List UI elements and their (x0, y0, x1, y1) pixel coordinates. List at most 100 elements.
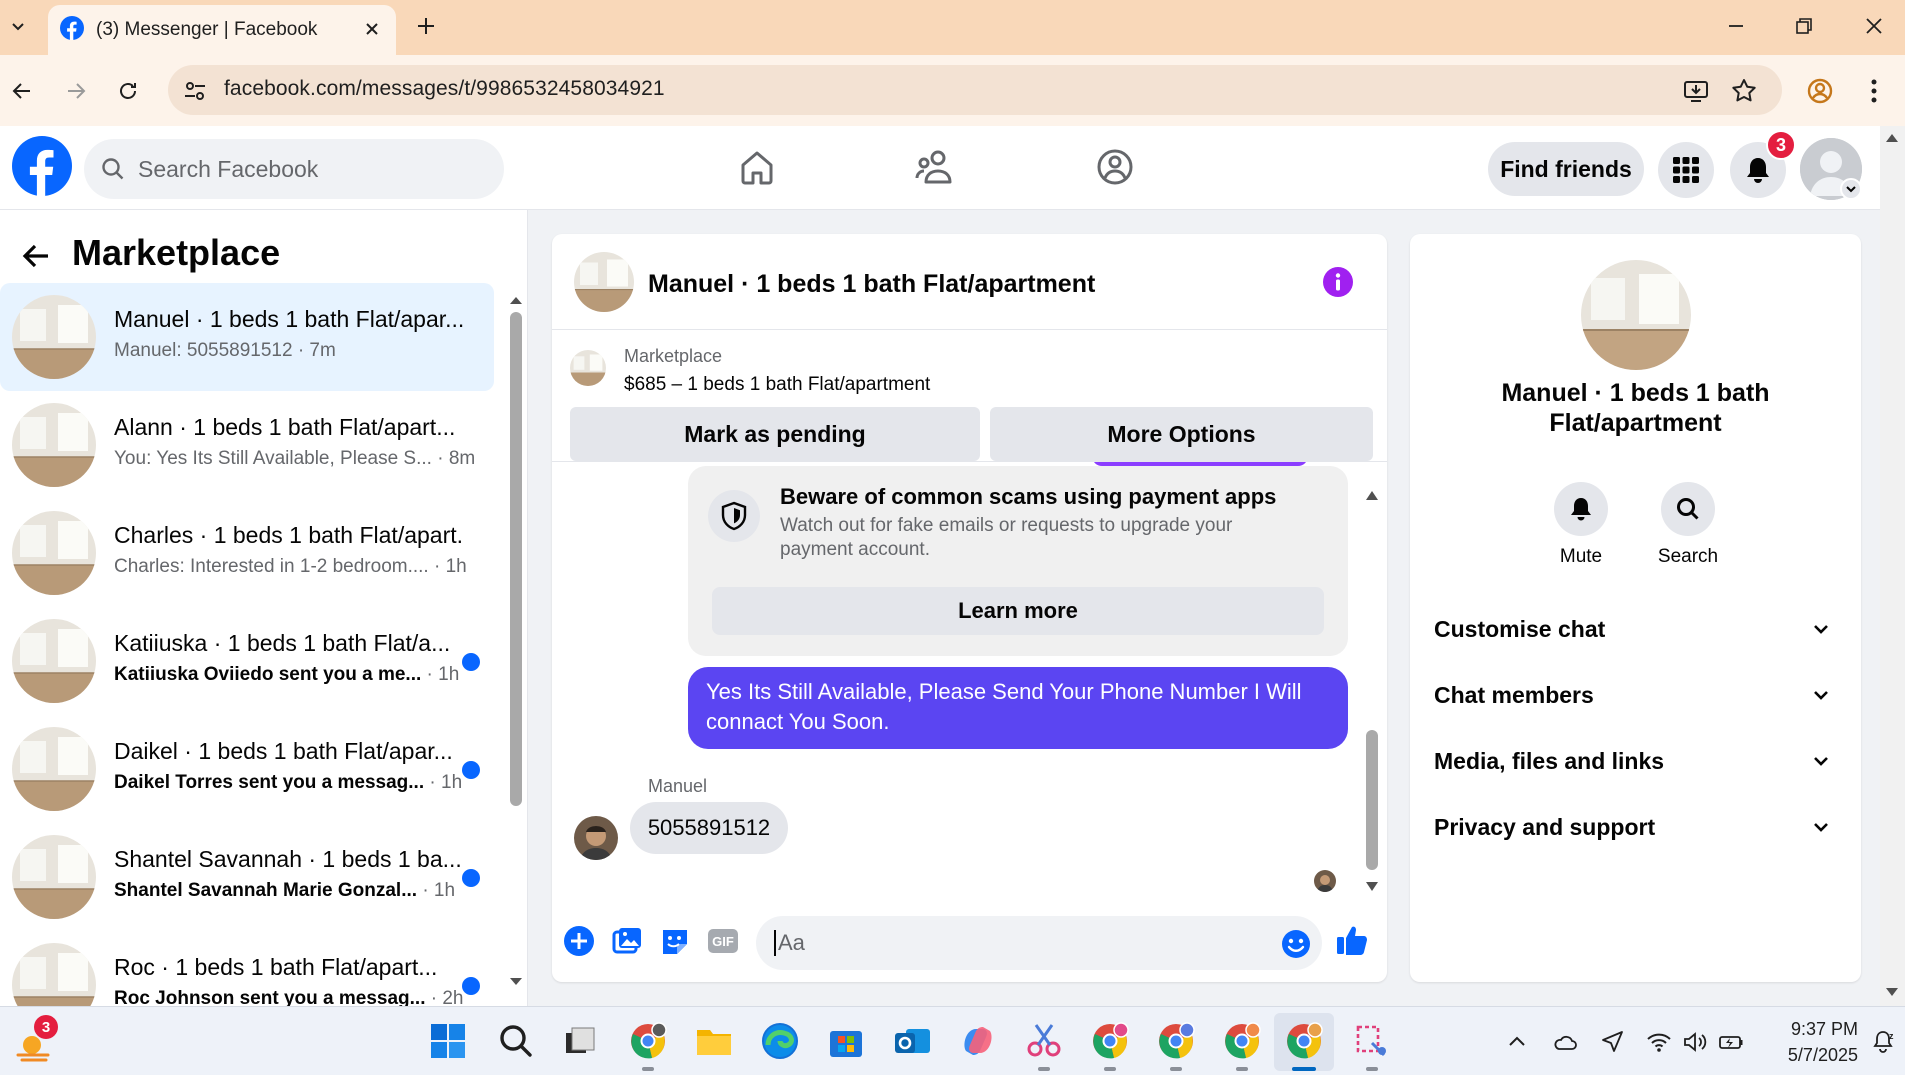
new-tab-icon[interactable] (412, 12, 440, 40)
url-text[interactable]: facebook.com/messages/t/9986532458034921 (224, 77, 665, 101)
facebook-search-input[interactable]: Search Facebook (84, 139, 504, 199)
info-listing-avatar[interactable] (1581, 260, 1691, 370)
onedrive-cloud-icon[interactable] (1552, 1029, 1578, 1055)
conversation-avatar (12, 835, 96, 919)
chrome-profile-1-icon[interactable] (628, 1021, 668, 1061)
listing-thumbnail[interactable] (570, 350, 606, 386)
facebook-logo-icon[interactable] (12, 136, 72, 196)
privacy-support-section[interactable]: Privacy and support (1434, 802, 1844, 852)
notification-center-icon[interactable]: z (1870, 1029, 1896, 1055)
battery-icon[interactable] (1718, 1029, 1744, 1055)
conversation-item[interactable]: Manuel · 1 beds 1 bath Flat/apar... Manue… (0, 283, 494, 391)
home-icon[interactable] (736, 146, 778, 188)
back-icon[interactable] (6, 75, 38, 107)
conversation-preview-text: Roc Johnson sent you a messag... (114, 988, 426, 1006)
conversation-name: Katiiuska · 1 beds 1 bath Flat/a... (114, 630, 451, 656)
sender-name: Manuel (648, 776, 708, 796)
learn-more-button[interactable]: Learn more (712, 587, 1324, 635)
conversation-scrollbar-thumb[interactable] (510, 312, 522, 806)
chat-scroll-up-icon[interactable] (1364, 488, 1380, 502)
groups-icon[interactable] (1094, 146, 1136, 188)
chrome-profile-2-icon[interactable] (1090, 1021, 1130, 1061)
chat-scroll-down-icon[interactable] (1364, 880, 1380, 894)
file-explorer-icon[interactable] (694, 1021, 734, 1061)
more-options-button[interactable]: More Options (990, 407, 1373, 461)
info-icon[interactable] (1322, 266, 1354, 298)
page-scrollbar[interactable] (1880, 126, 1905, 1006)
profile-icon[interactable] (1804, 75, 1836, 107)
chat-info-panel: Manuel · 1 beds 1 bath Flat/apartment Mu… (1410, 234, 1861, 982)
snipping-tool-icon[interactable] (1024, 1021, 1064, 1061)
volume-icon[interactable] (1682, 1029, 1708, 1055)
friends-icon[interactable] (914, 146, 956, 188)
copilot-icon[interactable] (958, 1021, 998, 1061)
conversation-item[interactable]: Katiiuska · 1 beds 1 bath Flat/a... Katii… (0, 607, 494, 715)
conversation-item[interactable]: Charles · 1 beds 1 bath Flat/apart... Cha… (0, 499, 494, 607)
shield-icon (708, 490, 760, 542)
edge-icon[interactable] (760, 1021, 800, 1061)
find-friends-button[interactable]: Find friends (1488, 142, 1644, 196)
tab-close-icon[interactable] (360, 17, 384, 41)
more-actions-plus-icon[interactable] (562, 924, 596, 958)
menu-grid-icon[interactable] (1658, 142, 1714, 198)
message-composer: GIF Aa (552, 902, 1387, 982)
conversation-preview-text: Charles: Interested in 1-2 bedroom.... (114, 556, 429, 577)
emoji-icon[interactable] (1280, 928, 1312, 960)
chrome-profile-4-icon[interactable] (1222, 1021, 1262, 1061)
microsoft-store-icon[interactable] (826, 1021, 866, 1061)
mute-button[interactable]: Mute (1536, 482, 1626, 568)
show-hidden-icons-chevron-icon[interactable] (1504, 1029, 1530, 1055)
snip-sketch-icon[interactable] (1352, 1021, 1392, 1061)
customise-chat-section[interactable]: Customise chat (1434, 604, 1844, 654)
conversation-avatar (12, 727, 96, 811)
chat-scrollbar-thumb[interactable] (1366, 730, 1378, 870)
conversation-time: · 1h (426, 664, 460, 685)
tab-search-dropdown-icon[interactable] (4, 8, 32, 44)
mark-as-pending-button[interactable]: Mark as pending (570, 407, 980, 461)
search-in-chat-button[interactable]: Search (1643, 482, 1733, 568)
outlook-icon[interactable] (892, 1021, 932, 1061)
incoming-message-bubble[interactable]: 5055891512 (630, 802, 788, 854)
restore-icon[interactable] (1788, 12, 1820, 40)
browser-menu-icon[interactable] (1858, 75, 1890, 107)
sender-avatar[interactable] (574, 816, 618, 860)
site-settings-icon[interactable] (182, 78, 208, 104)
chrome-profile-active-icon[interactable] (1284, 1021, 1324, 1061)
conversation-preview-text: You: Yes Its Still Available, Please S..… (114, 448, 432, 469)
forward-icon[interactable] (60, 75, 92, 107)
chrome-profile-3-icon[interactable] (1156, 1021, 1196, 1061)
window-close-icon[interactable] (1858, 12, 1890, 40)
conversation-item[interactable]: Roc · 1 beds 1 bath Flat/apart... Roc Joh… (0, 931, 494, 1006)
conversation-item[interactable]: Alann · 1 beds 1 bath Flat/apart... You: … (0, 391, 494, 499)
account-chevron-down-icon[interactable] (1840, 178, 1862, 200)
minimize-icon[interactable] (1720, 12, 1752, 40)
browser-tab-messenger[interactable]: (3) Messenger | Facebook (48, 5, 396, 55)
back-arrow-icon[interactable] (20, 240, 52, 272)
taskbar-search-icon[interactable] (496, 1021, 536, 1061)
chat-title[interactable]: Manuel · 1 beds 1 bath Flat/apartment (648, 270, 1095, 299)
address-bar[interactable]: facebook.com/messages/t/9986532458034921 (168, 65, 1782, 115)
message-input[interactable]: Aa (756, 916, 1322, 970)
listing-price-title[interactable]: $685 – 1 beds 1 bath Flat/apartment (624, 374, 930, 396)
task-view-icon[interactable] (560, 1021, 600, 1061)
sticker-icon[interactable] (658, 924, 692, 958)
conversation-item[interactable]: Daikel · 1 beds 1 bath Flat/apar... Daike… (0, 715, 494, 823)
attach-photo-icon[interactable] (610, 924, 644, 958)
reload-icon[interactable] (112, 75, 144, 107)
chat-listing-avatar[interactable] (574, 252, 634, 312)
start-windows-icon[interactable] (428, 1021, 468, 1061)
conversation-preview-text: Daikel Torres sent you a messag... (114, 772, 425, 793)
install-app-icon[interactable] (1682, 77, 1710, 105)
location-arrow-icon[interactable] (1600, 1029, 1626, 1055)
bookmark-star-icon[interactable] (1730, 77, 1758, 105)
media-files-links-section[interactable]: Media, files and links (1434, 736, 1844, 786)
gif-icon[interactable]: GIF (706, 924, 740, 958)
chat-members-section[interactable]: Chat members (1434, 670, 1844, 720)
clock-time[interactable]: 9:37 PM (1762, 1019, 1858, 1040)
wifi-icon[interactable] (1646, 1029, 1672, 1055)
clock-date[interactable]: 5/7/2025 (1762, 1045, 1858, 1066)
outgoing-message-bubble[interactable]: Yes Its Still Available, Please Send You… (688, 667, 1348, 749)
thumbs-up-icon[interactable] (1334, 922, 1368, 956)
search-icon (100, 156, 126, 182)
conversation-item[interactable]: Shantel Savannah · 1 beds 1 ba... Shantel… (0, 823, 494, 931)
